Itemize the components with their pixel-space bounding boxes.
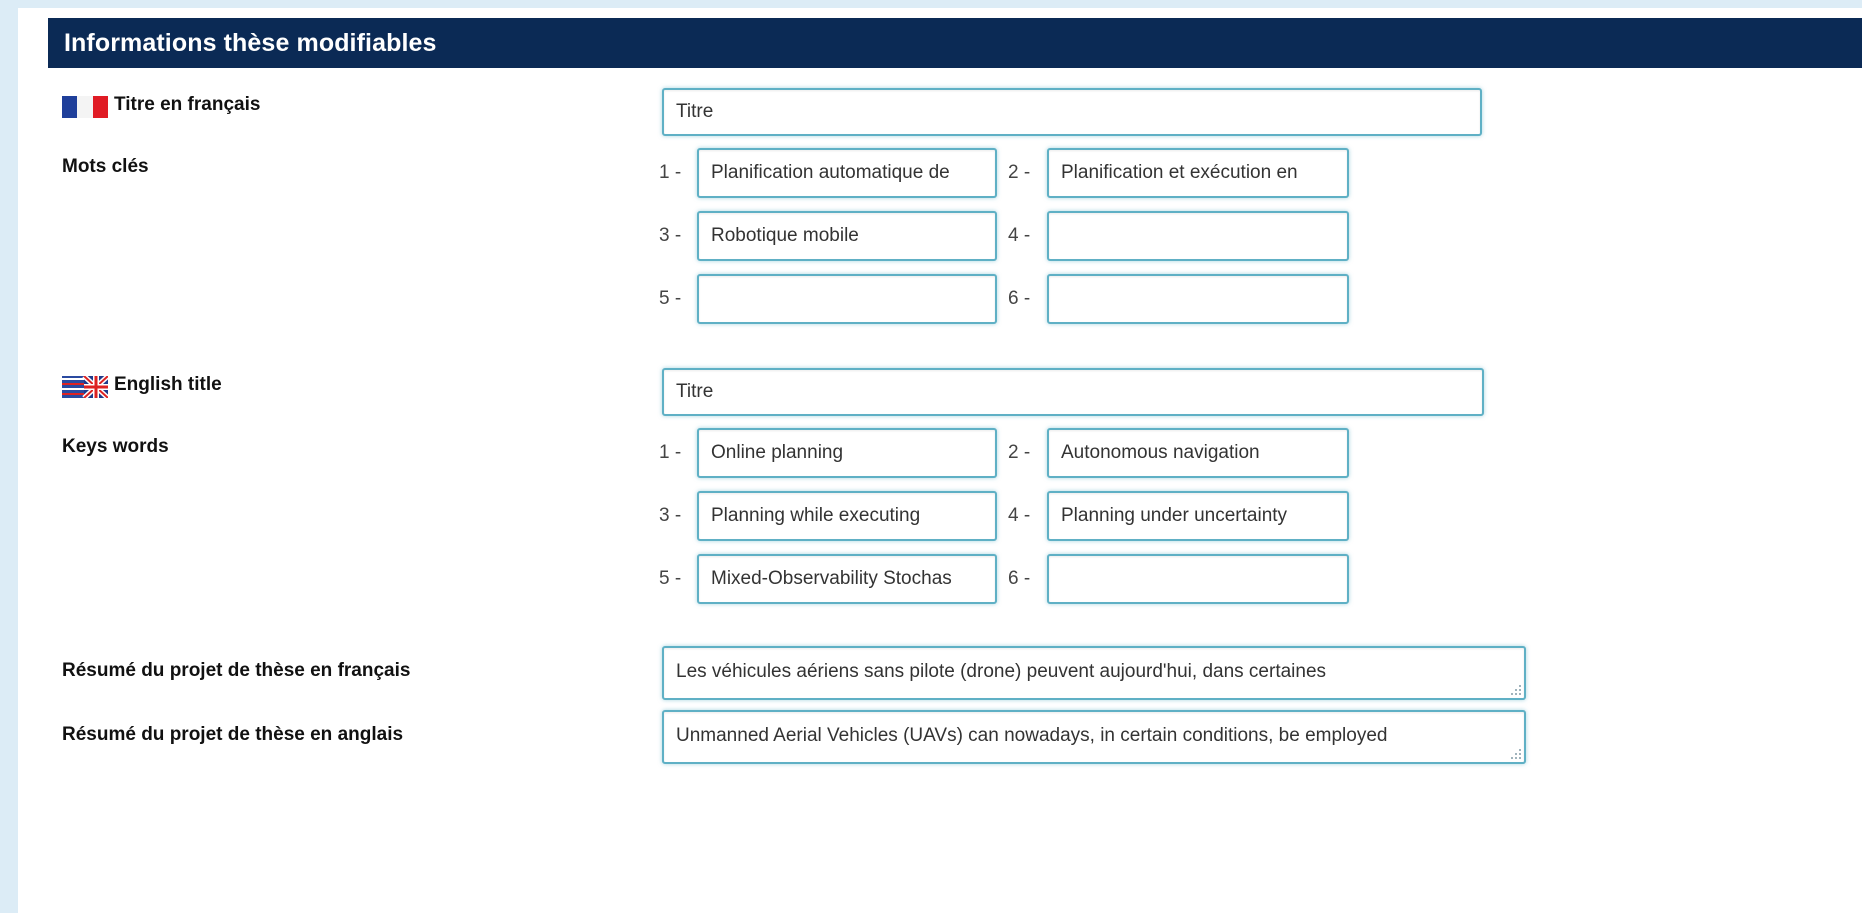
keyword-number: 2 - [1008,442,1031,463]
french-title-input[interactable]: Titre [662,88,1482,136]
english-keyword-5-input[interactable]: Mixed-Observability Stochas [697,554,997,604]
french-title-label: Titre en français [114,94,261,115]
top-side-rail [18,0,1862,8]
french-keyword-4-input[interactable] [1047,211,1349,261]
resize-grip-icon[interactable] [1509,683,1521,695]
english-keyword-4-input[interactable]: Planning under uncertainty [1047,491,1349,541]
french-keyword-6-input[interactable] [1047,274,1349,324]
resize-grip-icon[interactable] [1509,747,1521,759]
keyword-number: 6 - [1008,288,1031,309]
keyword-number: 5 - [659,568,682,589]
uk-flag-icon [62,376,108,398]
english-title-input[interactable]: Titre [662,368,1484,416]
section-title: Informations thèse modifiables [64,29,437,57]
abstract-fr-textarea[interactable]: Les véhicules aériens sans pilote (drone… [662,646,1526,700]
keyword-number: 2 - [1008,162,1031,183]
abstract-en-label: Résumé du projet de thèse en anglais [62,724,404,745]
english-keyword-3-input[interactable]: Planning while executing [697,491,997,541]
french-keyword-5-input[interactable] [697,274,997,324]
french-flag-icon [62,96,108,118]
left-side-rail [0,0,19,913]
french-keyword-2-input[interactable]: Planification et exécution en [1047,148,1349,198]
french-keyword-3-input[interactable]: Robotique mobile [697,211,997,261]
french-keyword-1-input[interactable]: Planification automatique de [697,148,997,198]
french-keywords-label: Mots clés [62,156,149,177]
english-title-label: English title [114,374,222,395]
keyword-number: 3 - [659,505,682,526]
english-keywords-label: Keys words [62,436,169,457]
keyword-number: 6 - [1008,568,1031,589]
abstract-fr-label: Résumé du projet de thèse en français [62,660,411,681]
abstract-en-textarea[interactable]: Unmanned Aerial Vehicles (UAVs) can nowa… [662,710,1526,764]
keyword-number: 5 - [659,288,682,309]
keyword-number: 1 - [659,442,682,463]
keyword-number: 4 - [1008,225,1031,246]
abstract-en-text: Unmanned Aerial Vehicles (UAVs) can nowa… [676,725,1388,746]
english-keyword-2-input[interactable]: Autonomous navigation [1047,428,1349,478]
keyword-number: 4 - [1008,505,1031,526]
abstract-fr-text: Les véhicules aériens sans pilote (drone… [676,661,1327,682]
keyword-number: 1 - [659,162,682,183]
english-keyword-6-input[interactable] [1047,554,1349,604]
english-keyword-1-input[interactable]: Online planning [697,428,997,478]
keyword-number: 3 - [659,225,682,246]
section-header: Informations thèse modifiables [48,18,1862,68]
